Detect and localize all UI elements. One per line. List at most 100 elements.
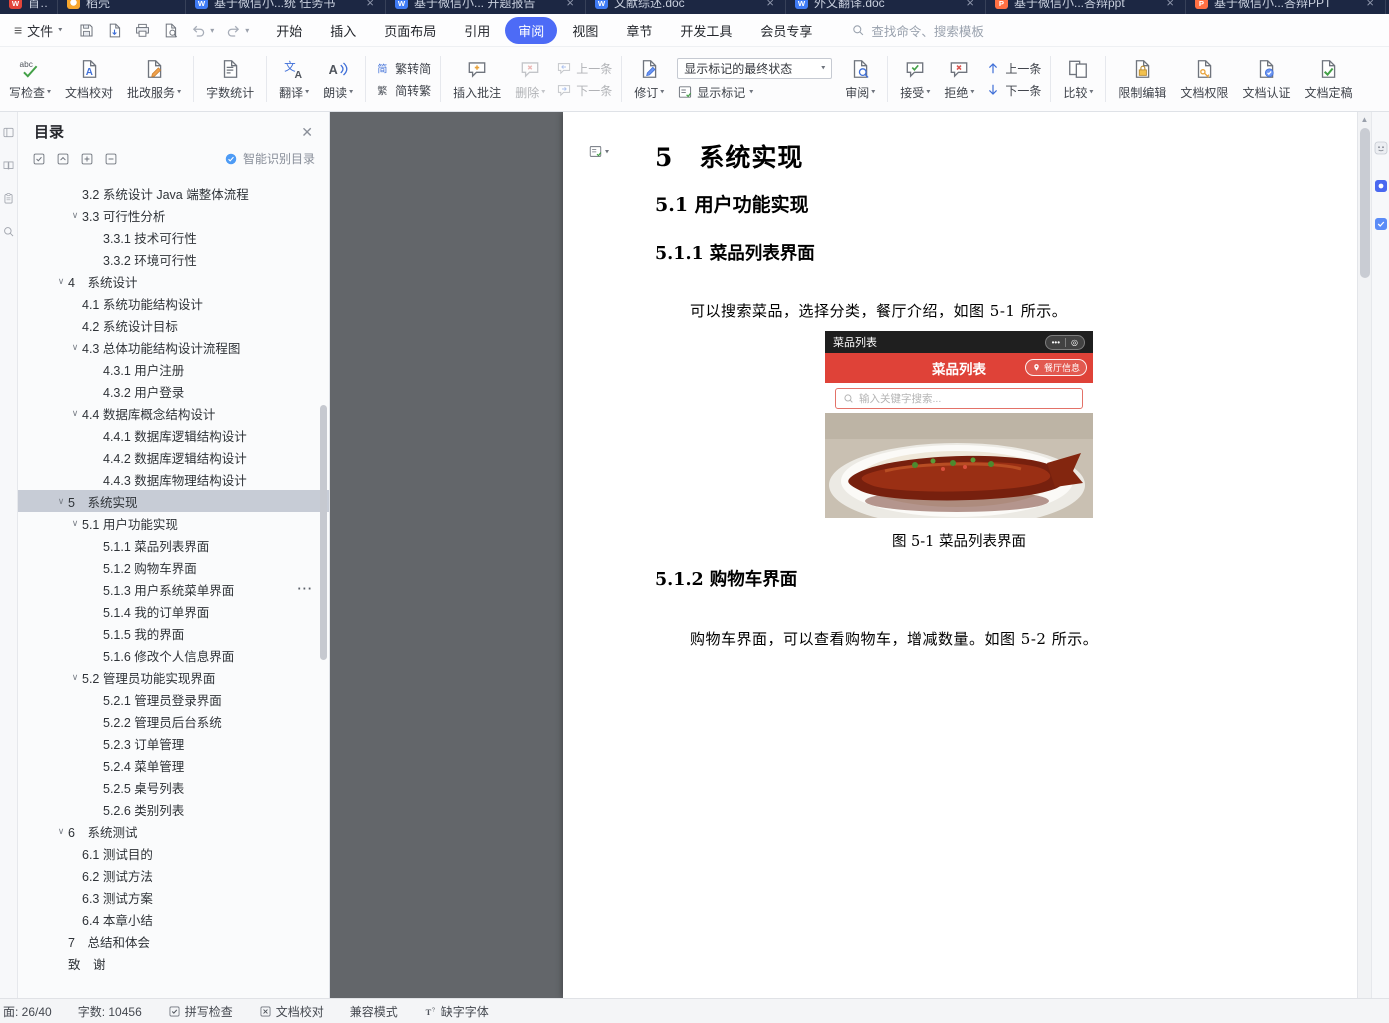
section-heading-5-1-2[interactable]: 5.1.2 购物车界面	[655, 566, 797, 591]
ribbon-reject-button[interactable]: 拒绝 ▾	[937, 54, 981, 105]
tab-close-icon[interactable]: ×	[564, 0, 576, 9]
quick-export-button[interactable]	[106, 22, 123, 39]
toc-item[interactable]: 3.3.1 技术可行性	[18, 226, 329, 248]
chevron-down-icon[interactable]: ∨	[68, 210, 82, 221]
toc-item[interactable]: ∨ 4.3 总体功能结构设计流程图	[18, 336, 329, 358]
toc-item[interactable]: ∨ 5.2 管理员功能实现界面	[18, 666, 329, 688]
chevron-down-icon[interactable]: ▾	[210, 26, 214, 35]
ribbon-translate-button[interactable]: 文 A 翻译 ▾	[272, 54, 316, 105]
toc-item[interactable]: ∨ 4.4 数据库概念结构设计	[18, 402, 329, 424]
window-tab[interactable]: P 基于微信小...答辩PPT ×	[1186, 0, 1386, 14]
window-tab[interactable]: W 基于微信小...统 任务书 ×	[186, 0, 386, 14]
document-scrollbar-thumb[interactable]	[1360, 128, 1370, 278]
window-tab[interactable]: W 首页	[0, 0, 58, 14]
quick-redo-button[interactable]	[225, 22, 242, 39]
chevron-down-icon[interactable]: ∨	[54, 826, 68, 837]
ribbon-read-aloud-button[interactable]: A 朗读 ▾	[316, 54, 360, 105]
menu-tab-7[interactable]: 开发工具	[667, 17, 745, 44]
toc-item[interactable]: 5.2.1 管理员登录界面	[18, 688, 329, 710]
toc-item[interactable]: 4.1 系统功能结构设计	[18, 292, 329, 314]
toc-item[interactable]: 5.2.2 管理员后台系统	[18, 710, 329, 732]
toc-item[interactable]: 5.1.5 我的界面	[18, 622, 329, 644]
ribbon-trad-to-simp-button[interactable]: 简繁转简	[375, 60, 432, 77]
toc-tool-plus-sq-icon[interactable]	[80, 152, 94, 166]
menu-tab-8[interactable]: 会员专享	[747, 17, 825, 44]
menu-tab-0[interactable]: 开始	[263, 17, 315, 44]
window-tab[interactable]: W 基于微信小... 开题报告 ×	[386, 0, 586, 14]
toc-item[interactable]: 5.1.2 购物车界面	[18, 556, 329, 578]
chapter-heading[interactable]: 5 系统实现	[655, 138, 803, 174]
status-item[interactable]: 兼容模式	[350, 1003, 398, 1020]
ribbon-review-button[interactable]: 审阅 ▾	[838, 54, 882, 105]
toc-item[interactable]: 4.3.1 用户注册	[18, 358, 329, 380]
status-item[interactable]: 面: 26/40	[3, 1003, 52, 1020]
menu-tab-1[interactable]: 插入	[317, 17, 369, 44]
right-strip-helper-icon[interactable]	[1373, 140, 1389, 156]
quick-undo-button[interactable]	[190, 22, 207, 39]
chevron-down-icon[interactable]: ∨	[68, 408, 82, 419]
toc-item[interactable]: 6.2 测试方法	[18, 864, 329, 886]
menu-tab-6[interactable]: 章节	[613, 17, 665, 44]
toc-item[interactable]: 5.1.6 修改个人信息界面	[18, 644, 329, 666]
toc-item[interactable]: 6.3 测试方案	[18, 886, 329, 908]
smart-toc-button[interactable]: 智能识别目录	[224, 150, 315, 167]
figure-caption[interactable]: 图 5-1 菜品列表界面	[785, 530, 1133, 551]
scroll-up-icon[interactable]: ▲	[1358, 112, 1371, 124]
section-heading-5-1[interactable]: 5.1 用户功能实现	[655, 190, 809, 217]
markup-display-select[interactable]: 显示标记的最终状态 ▾	[677, 57, 833, 79]
ribbon-next-change-button[interactable]: 下一条	[985, 82, 1041, 99]
section-heading-5-1-1[interactable]: 5.1.1 菜品列表界面	[655, 240, 815, 265]
document-page[interactable]: ▾ 5 系统实现 5.1 用户功能实现 5.1.1 菜品列表界面 可以搜索菜品，…	[563, 112, 1357, 998]
window-tab[interactable]: P 基于微信小...答辩ppt ×	[986, 0, 1186, 14]
left-strip-panel-icon[interactable]	[2, 126, 15, 139]
tab-close-icon[interactable]: ×	[964, 0, 976, 9]
tab-close-icon[interactable]: ×	[364, 0, 376, 9]
window-tab[interactable]: 稻壳	[58, 0, 186, 14]
toc-item[interactable]: 5.2.5 桌号列表	[18, 776, 329, 798]
ribbon-doc-certify-button[interactable]: 文档认证	[1235, 54, 1297, 105]
status-item[interactable]: 字数: 10456	[78, 1003, 142, 1020]
ribbon-restrict-edit-button[interactable]: 限制编辑	[1111, 54, 1173, 105]
toc-item[interactable]: 4.4.1 数据库逻辑结构设计	[18, 424, 329, 446]
quick-save-button[interactable]	[78, 22, 95, 39]
tab-close-icon[interactable]: ×	[1164, 0, 1176, 9]
left-strip-book-icon[interactable]	[2, 159, 15, 172]
toc-item[interactable]: ∨ 3.3 可行性分析	[18, 204, 329, 226]
status-item[interactable]: 文档校对	[259, 1003, 324, 1020]
status-item[interactable]: T? 缺字字体	[424, 1003, 488, 1020]
toc-item[interactable]: 3.2 系统设计 Java 端整体流程	[18, 182, 329, 204]
toc-item[interactable]: 5.2.6 类别列表	[18, 798, 329, 820]
command-search[interactable]: 查找命令、搜索模板	[851, 21, 984, 40]
close-icon[interactable]: ✕	[301, 125, 313, 139]
toc-tool-checkbox-icon[interactable]	[32, 152, 46, 166]
tab-close-icon[interactable]: ×	[764, 0, 776, 9]
ribbon-compare-button[interactable]: 比较 ▾	[1056, 54, 1100, 105]
toc-item[interactable]: 5.2.4 菜单管理	[18, 754, 329, 776]
chevron-down-icon[interactable]: ∨	[54, 496, 68, 507]
quick-preview-button[interactable]	[162, 22, 179, 39]
ribbon-prev-comment-button[interactable]: 上一条	[556, 60, 612, 77]
toc-item[interactable]: 7 总结和体会	[18, 930, 329, 952]
figure-5-1[interactable]: 菜品列表 ••• ◎ 菜品列表 餐厅信息 输入关键字搜索...	[825, 331, 1093, 518]
ribbon-doc-permission-button[interactable]: 文档权限	[1173, 54, 1235, 105]
toc-item[interactable]: 6.4 本章小结	[18, 908, 329, 930]
ribbon-word-count-button[interactable]: 字数统计	[199, 54, 261, 105]
chevron-down-icon[interactable]: ∨	[68, 518, 82, 529]
toc-tool-chevron-up-sq-icon[interactable]	[56, 152, 70, 166]
ribbon-next-comment-button[interactable]: 下一条	[556, 82, 612, 99]
chevron-down-icon[interactable]: ∨	[54, 276, 68, 287]
toc-item[interactable]: 4.2 系统设计目标	[18, 314, 329, 336]
toc-item[interactable]: ∨ 5.1 用户功能实现	[18, 512, 329, 534]
window-tab[interactable]: W 外文翻译.doc ×	[786, 0, 986, 14]
toc-item[interactable]: ∨ 5 系统实现	[18, 490, 329, 512]
status-item[interactable]: 拼写检查	[168, 1003, 233, 1020]
toc-item[interactable]: 5.1.3 用户系统菜单界面 ···	[18, 578, 329, 600]
toc-item[interactable]: 致 谢	[18, 952, 329, 974]
file-menu-button[interactable]: ≡ 文件 ▾	[10, 21, 66, 40]
toc-tool-minus-sq-icon[interactable]	[104, 152, 118, 166]
more-options-icon[interactable]: ···	[298, 582, 314, 596]
toc-item[interactable]: ∨ 6 系统测试	[18, 820, 329, 842]
chevron-down-icon[interactable]: ∨	[68, 342, 82, 353]
toc-item[interactable]: 6.1 测试目的	[18, 842, 329, 864]
chevron-down-icon[interactable]: ∨	[68, 672, 82, 683]
